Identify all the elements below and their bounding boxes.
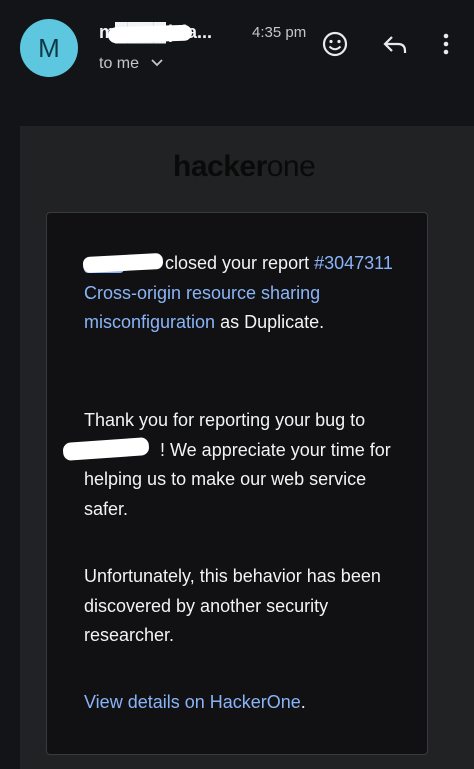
reply-icon[interactable] <box>381 30 409 58</box>
email-body: hackerone closed your report #3047311 Cr… <box>20 126 474 769</box>
chevron-down-icon[interactable] <box>150 56 164 70</box>
sender-avatar[interactable]: M <box>20 19 78 77</box>
recipient-label[interactable]: to me <box>99 55 139 73</box>
smiley-icon[interactable] <box>321 30 349 58</box>
email-time: 4:35 pm <box>252 24 307 41</box>
redaction-mark <box>107 24 193 44</box>
email-header: M m████(via... 4:35 pm to me <box>0 0 474 100</box>
view-details-link[interactable]: View details on HackerOne <box>84 692 301 712</box>
thanks-paragraph: Thank you for reporting your bug to ! We… <box>84 410 391 519</box>
details-paragraph: View details on HackerOne. <box>84 692 306 712</box>
duplicate-explanation: Unfortunately, this behavior has been di… <box>84 566 381 645</box>
more-vertical-icon[interactable] <box>432 30 460 58</box>
hackerone-logo: hackerone <box>173 150 316 183</box>
message-card: closed your report #3047311 Cross-origin… <box>46 212 428 755</box>
